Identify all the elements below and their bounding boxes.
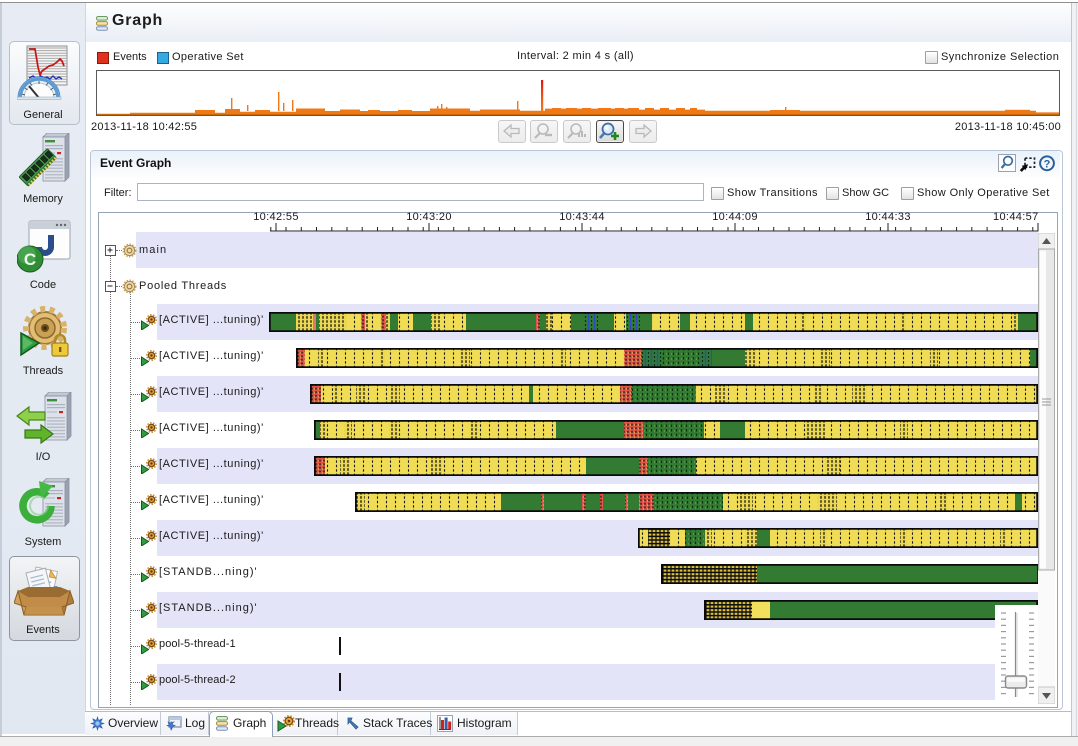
svg-text:C: C xyxy=(24,250,36,269)
svg-text:?: ? xyxy=(1044,159,1051,171)
